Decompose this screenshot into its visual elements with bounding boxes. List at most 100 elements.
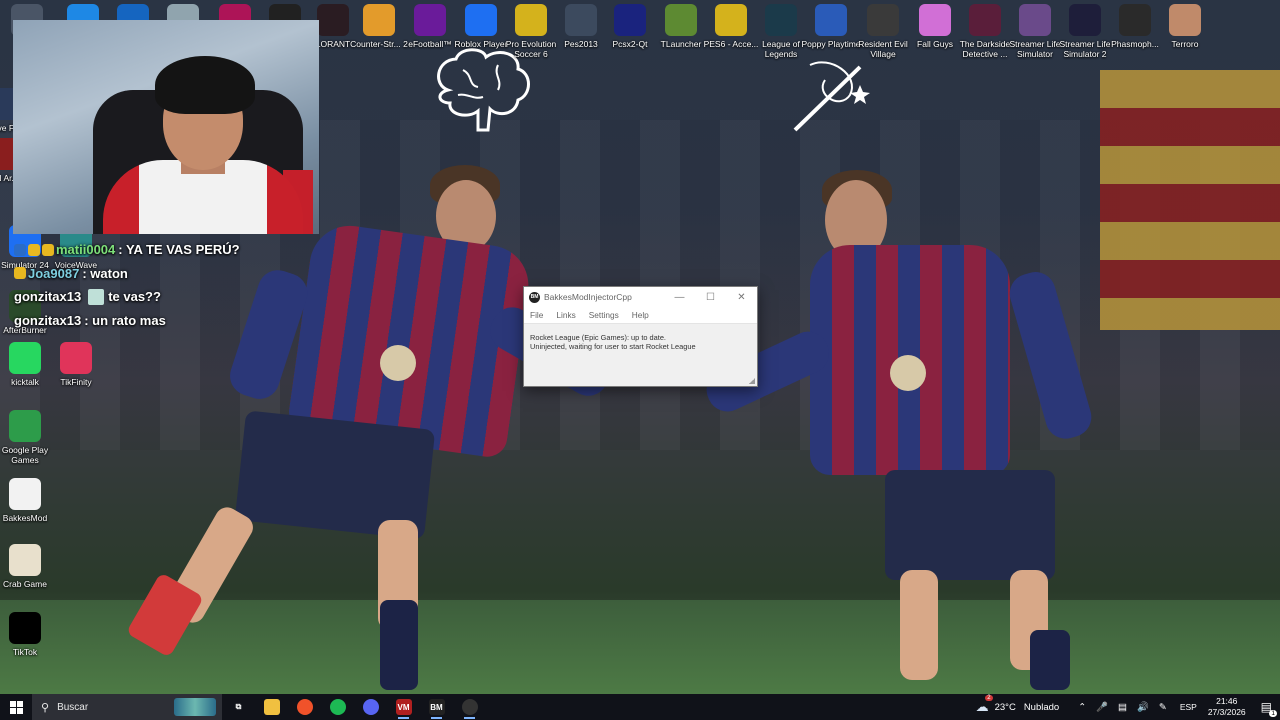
resize-grip[interactable] [749,378,755,384]
menu-links[interactable]: Links [556,310,575,320]
desktop-shortcut[interactable]: Crab Game [0,544,56,589]
taskbar-search-box[interactable]: ⚲ Buscar [32,694,222,720]
phasmophobia-icon [1119,4,1151,36]
stream-chat-overlay: matii0004: YA TE VAS PERÚ? Joa9087: waton… [14,238,314,332]
status-panel: Rocket League (Epic Games): up to date. … [524,324,757,361]
desktop-shortcut[interactable]: Google Play Games [0,410,56,465]
streamer-life-icon [1019,4,1051,36]
desktop-shortcut-label: Terroro [1171,39,1199,49]
menu-help[interactable]: Help [632,310,649,320]
webcam-hair [155,56,255,114]
chat-text: : YA TE VAS PERÚ? [118,242,240,258]
chevron-up-icon[interactable]: ⌃ [1078,702,1086,713]
file-explorer-icon [263,699,280,715]
obs-icon [461,699,478,715]
chat-username: gonzitax13 [14,312,82,328]
valorant-icon [317,4,349,36]
flag-banner [1100,70,1280,330]
volume-icon[interactable]: 🔊 [1137,702,1149,713]
weather-widget[interactable]: ☁ 2 23°C Nublado [975,695,1060,715]
crab-game-icon [9,544,41,576]
resident-evil-icon [867,4,899,36]
weather-alert-badge: 2 [985,695,993,701]
fall-guys-icon [919,4,951,36]
taskbar-app-button[interactable] [453,694,486,720]
notification-center-icon[interactable]: ▤ 1 [1261,700,1277,717]
window-titlebar[interactable]: BM BakkesModInjectorCpp — ☐ ✕ [524,287,757,307]
magic-wand-doodle-icon [793,61,870,132]
chat-username: matii0004 [56,242,116,258]
chat-username: gonzitax13 [14,289,82,305]
bakkesmod-injector-window[interactable]: BM BakkesModInjectorCpp — ☐ ✕ File Links… [523,286,758,387]
pes6-shortcut-icon [715,4,747,36]
taskbar-app-button[interactable]: VM [387,694,420,720]
pes6-icon [515,4,547,36]
chat-emote-icon [88,288,105,305]
desktop-shortcut-label: TikTok [12,647,38,657]
desktop-shortcut[interactable]: TikTok [0,612,56,657]
notification-count-badge: 1 [1269,710,1277,717]
taskbar-app-button[interactable]: BM [420,694,453,720]
desktop-shortcut[interactable]: Terroro [1154,4,1216,49]
desktop-shortcut-label: Google Play Games [1,445,49,465]
chat-message: Joa9087: waton [14,262,314,286]
cloud-icon: ☁ 2 [975,695,993,714]
language-indicator[interactable]: ESP [1180,702,1197,712]
window-title: BakkesModInjectorCpp [544,292,632,302]
voicemeeter-icon: VM [395,699,412,715]
webcam-overlay [13,20,319,234]
pen-icon[interactable]: ✎ [1159,702,1167,713]
menu-settings[interactable]: Settings [589,310,619,320]
desktop-shortcut[interactable]: BakkesMod [0,478,56,523]
tikfinity-icon [60,342,92,374]
windows-logo-icon [9,700,23,714]
start-button[interactable] [0,694,32,720]
taskbar-app-button[interactable] [321,694,354,720]
streamer-life-2-icon [1069,4,1101,36]
bakkesmod-app-icon: BM [529,291,540,303]
bakkesmod-icon [9,478,41,510]
clock-date: 27/3/2026 [1207,707,1246,717]
weather-temperature: 23°C [994,701,1016,713]
google-play-games-icon [9,410,41,442]
taskbar-app-button[interactable]: ⧉ [222,694,255,720]
discord-icon [362,699,379,715]
efootball-icon [414,4,446,36]
menu-file[interactable]: File [530,310,543,320]
search-highlight-image [174,698,216,716]
counter-strike-icon [363,4,395,36]
kick-icon [9,342,41,374]
pcsx2-icon [614,4,646,36]
desktop-shortcut-label: Crab Game [3,579,47,589]
network-icon[interactable]: ▤ [1118,702,1127,713]
taskbar: ⚲ Buscar ⧉ VM BM ☁ 2 23°C Nublado ⌃ 🎤 ▤ 🔊 ✎… [0,694,1280,720]
chat-badge-icon [42,243,54,256]
taskbar-app-button[interactable] [255,694,288,720]
status-line-injection: Uninjected, waiting for user to start Ro… [530,341,696,351]
minecraft-icon [665,4,697,36]
maximize-icon[interactable]: ☐ [695,287,726,307]
taskbar-app-button[interactable] [288,694,321,720]
darkside-detective-icon [969,4,1001,36]
league-of-legends-icon [765,4,797,36]
chat-message: gonzitax13: un rato mas [14,309,314,333]
brave-browser-icon [296,699,313,715]
system-tray: ☁ 2 23°C Nublado ⌃ 🎤 ▤ 🔊 ✎ ESP 21:46 27/3… [971,694,1280,720]
window-menubar: File Links Settings Help [524,307,757,324]
chat-badge-icon [14,243,26,256]
close-icon[interactable]: ✕ [726,287,757,307]
task-view-icon: ⧉ [235,702,242,711]
roblox-icon [465,4,497,36]
taskbar-clock[interactable]: 21:46 27/3/2026 [1208,696,1246,718]
taskbar-app-button[interactable] [354,694,387,720]
chat-badge-icon [28,243,40,256]
chat-text: : un rato mas [84,312,166,328]
pes2013-icon [565,4,597,36]
spotify-icon [329,699,346,715]
search-icon: ⚲ [41,701,50,714]
minimize-icon[interactable]: — [664,287,695,307]
weather-description: Nublado [1023,701,1060,713]
desktop-shortcut[interactable]: TikFinity [45,342,107,387]
desktop-shortcut-label: TikFinity [60,377,92,387]
microphone-icon[interactable]: 🎤 [1096,702,1108,713]
